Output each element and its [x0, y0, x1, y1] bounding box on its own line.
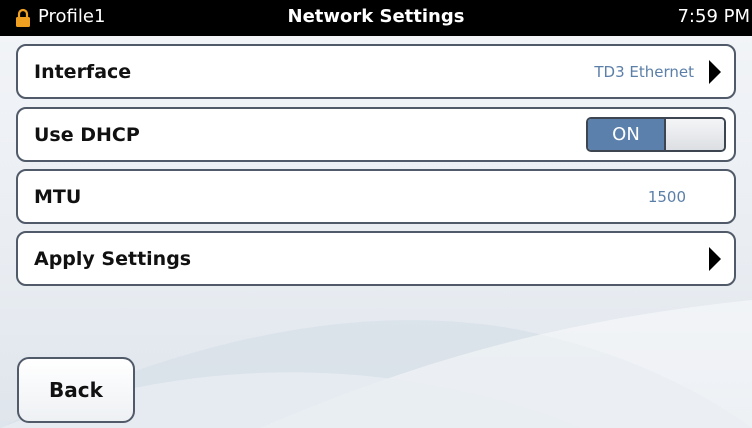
network-settings-screen: Profile1 Network Settings 7:59 PM Interf… — [0, 0, 752, 428]
apply-settings-row[interactable]: Apply Settings — [16, 231, 736, 286]
mtu-row[interactable]: MTU 1500 — [16, 169, 736, 224]
toggle-knob[interactable] — [666, 119, 724, 150]
chevron-right-icon — [709, 247, 721, 271]
mtu-label: MTU — [34, 186, 82, 208]
interface-row[interactable]: Interface TD3 Ethernet — [16, 44, 736, 99]
page-title: Network Settings — [287, 6, 465, 27]
interface-label: Interface — [34, 61, 132, 83]
clock: 7:59 PM — [677, 6, 750, 27]
dhcp-toggle[interactable]: ON — [586, 117, 726, 152]
mtu-value: 1500 — [647, 188, 686, 206]
use-dhcp-row: Use DHCP ON — [16, 107, 736, 162]
status-bar: Profile1 Network Settings 7:59 PM — [0, 0, 752, 36]
interface-value: TD3 Ethernet — [594, 63, 694, 81]
use-dhcp-label: Use DHCP — [34, 124, 140, 146]
apply-settings-label: Apply Settings — [34, 248, 192, 270]
back-button[interactable]: Back — [17, 357, 135, 423]
chevron-right-icon — [709, 60, 721, 84]
toggle-on-label: ON — [588, 119, 666, 150]
